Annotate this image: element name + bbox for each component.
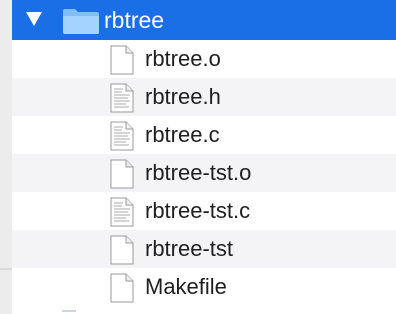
text-file-icon: [110, 197, 134, 227]
file-row-rbtree-tst-o[interactable]: rbtree-tst.o: [12, 154, 396, 192]
file-label: rbtree.c: [145, 122, 220, 147]
file-row-rbtree-tst-c[interactable]: rbtree-tst.c: [12, 192, 396, 230]
file-row-makefile[interactable]: Makefile: [12, 268, 396, 306]
file-tree: rbtree rbtree.o rbtree.h rbtree.c rbtree…: [12, 0, 396, 306]
folder-icon: [63, 9, 99, 34]
file-row-rbtree-c[interactable]: rbtree.c: [12, 116, 396, 154]
file-row-rbtree-h[interactable]: rbtree.h: [12, 78, 396, 116]
file-label: rbtree-tst.c: [145, 198, 251, 223]
disclosure-triangle-icon[interactable]: [26, 12, 42, 26]
file-label: rbtree.o: [145, 46, 221, 71]
blank-file-icon: [110, 235, 134, 265]
folder-label: rbtree: [104, 7, 165, 33]
file-label: rbtree-tst.o: [145, 160, 252, 185]
text-file-icon: [110, 121, 134, 151]
blank-file-icon: [110, 45, 134, 75]
file-label: rbtree-tst: [145, 236, 234, 261]
sidebar-gutter: [0, 0, 12, 314]
gutter-divider: [0, 268, 12, 270]
file-label: rbtree.h: [145, 84, 221, 109]
file-row-rbtree-tst[interactable]: rbtree-tst: [12, 230, 396, 268]
folder-row-rbtree[interactable]: rbtree: [12, 0, 396, 40]
blank-file-icon: [110, 159, 134, 189]
text-file-icon: [110, 83, 134, 113]
blank-file-icon: [110, 273, 134, 303]
file-label: Makefile: [145, 274, 227, 299]
divider: [62, 310, 76, 312]
file-row-rbtree-o[interactable]: rbtree.o: [12, 40, 396, 78]
